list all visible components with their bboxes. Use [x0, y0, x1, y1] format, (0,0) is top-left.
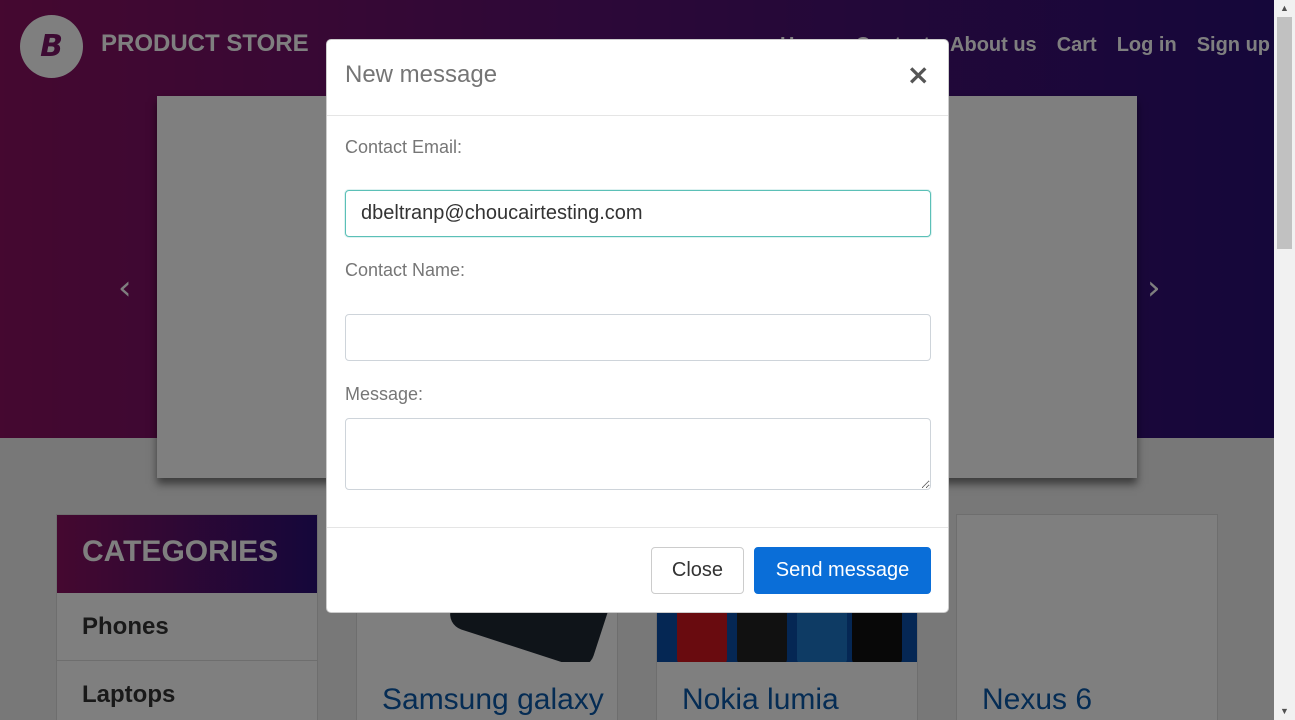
close-button[interactable]: Close — [651, 547, 744, 594]
message-textarea[interactable] — [345, 418, 931, 490]
close-icon[interactable]: × — [907, 60, 930, 90]
scroll-thumb[interactable] — [1277, 17, 1292, 249]
contact-name-label: Contact Name: — [345, 260, 466, 280]
send-message-button[interactable]: Send message — [754, 547, 931, 594]
scroll-up-arrow-icon[interactable]: ▲ — [1274, 0, 1295, 17]
modal-header: New message × — [327, 40, 948, 116]
contact-name-input[interactable] — [345, 314, 931, 361]
scrollbar[interactable]: ▲ ▼ — [1274, 0, 1295, 720]
contact-email-input[interactable] — [345, 190, 931, 237]
modal-title: New message — [345, 61, 498, 88]
new-message-dialog: New message × Contact Email: Contact Nam… — [326, 39, 949, 613]
modal-footer: Close Send message — [327, 527, 948, 612]
message-label: Message: — [345, 384, 424, 404]
contact-email-label: Contact Email: — [345, 137, 463, 157]
scroll-down-arrow-icon[interactable]: ▼ — [1274, 703, 1295, 720]
